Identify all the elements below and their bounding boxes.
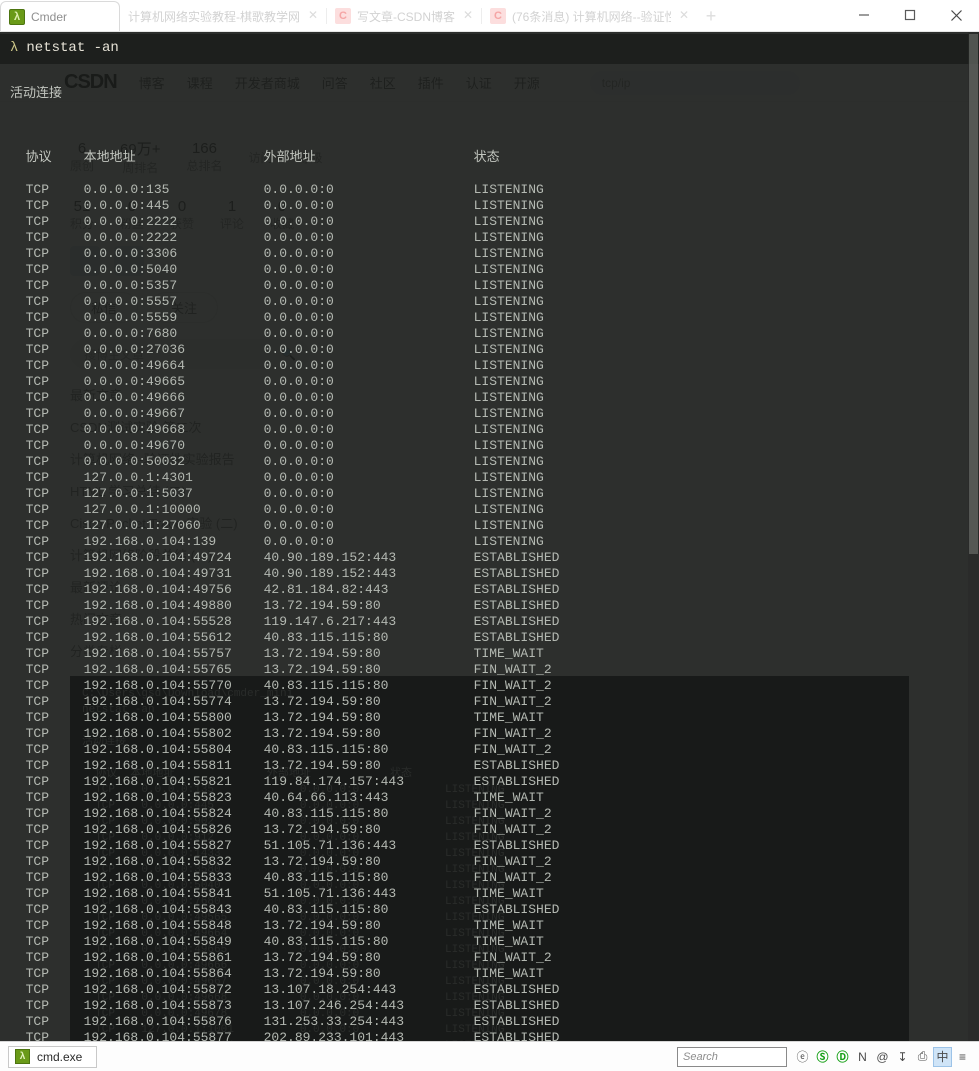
browser-tabstrip: λ Cmder 计算机网络实验教程-棋歌教学网 ✕ C 写文章-CSDN博客 ✕…	[0, 0, 979, 32]
browser-tab-csdn-write[interactable]: C 写文章-CSDN博客 ✕	[327, 1, 481, 31]
stat-label: 等级	[298, 150, 323, 165]
csdn-nav-cert[interactable]: 认证	[466, 73, 492, 92]
stat-label: 周排名	[122, 161, 159, 175]
csdn-nav-plugin[interactable]: 插件	[418, 73, 444, 92]
stat-value: 6	[77, 140, 87, 157]
csdn-article-list: 最新文章 CSDN测试实验 第二次 计算机网络--验证性实验报告 HTML 学习…	[70, 385, 909, 660]
csdn-nav-mall[interactable]: 开发者商城	[235, 73, 300, 92]
tab-title: Cmder	[31, 9, 68, 24]
stat-label: 积分	[70, 217, 95, 231]
csdn-navbar: CSDN 博客 课程 开发者商城 问答 社区 插件 认证 开源 tcp/ip	[0, 64, 979, 102]
csdn-nav-course[interactable]: 课程	[187, 73, 213, 92]
screen: λ Cmder 计算机网络实验教程-棋歌教学网 ✕ C 写文章-CSDN博客 ✕…	[0, 0, 979, 1071]
stat-value: 69万+	[120, 141, 161, 158]
search-icon: 🔍	[281, 347, 296, 361]
stat-item: 1 评论	[220, 198, 244, 232]
stat-item: 等级	[299, 149, 323, 166]
stat-value: 166	[191, 140, 217, 157]
code-rows: TCP 0.0.0.0:135 0.0.0.0:0 LISTENING TCP …	[95, 784, 505, 1068]
stat-item: 0 获赞	[170, 198, 194, 232]
csdn-blog-page: CSDN 博客 课程 开发者商城 问答 社区 插件 认证 开源 tcp/ip 6…	[0, 64, 979, 1071]
browser-tab-cmder[interactable]: λ Cmder	[0, 1, 120, 31]
csdn-stats-row-2: 51 积分 0 粉丝 0 获赞 1 评论 0 收藏	[70, 198, 909, 232]
csdn-blog-search-input[interactable]: 搜博主文章 🔍	[70, 339, 310, 369]
csdn-code-block: C:\Users\gsd\Download\cmder_mini netstat…	[70, 676, 909, 1071]
stat-label: 收藏	[270, 217, 295, 231]
stat-value: 0	[277, 198, 287, 215]
maximize-button[interactable]	[887, 0, 933, 31]
tab-title: 写文章-CSDN博客	[357, 9, 455, 24]
stat-value: 51	[73, 198, 91, 215]
csdn-action-buttons: 私信 关注	[70, 292, 909, 323]
csdn-badges	[70, 246, 909, 276]
cmder-lambda-icon: λ	[9, 8, 25, 25]
minimize-button[interactable]	[841, 0, 887, 31]
follow-button[interactable]: 关注	[150, 292, 219, 323]
stat-item: 166 总排名	[186, 140, 222, 174]
stat-item: 51 积分	[70, 198, 94, 232]
browser-tab-wangluo[interactable]: 计算机网络实验教程-棋歌教学网 ✕	[120, 1, 326, 31]
csdn-logo[interactable]: CSDN	[64, 71, 118, 94]
csdn-nav-community[interactable]: 社区	[370, 73, 396, 92]
stat-value: 0	[127, 198, 137, 215]
tab-title: (76条消息) 计算机网络--验证性...	[512, 9, 671, 24]
panel-title-hot: 热门文章	[70, 612, 123, 627]
browser-tab-csdn-article[interactable]: C (76条消息) 计算机网络--验证性... ✕	[482, 1, 697, 31]
badge-icon	[114, 246, 144, 276]
stat-label: 获赞	[170, 217, 195, 231]
code-command: netstat -an	[82, 704, 155, 716]
code-heading: 活动连接	[82, 736, 126, 748]
lock-icon	[10, 38, 26, 58]
list-item[interactable]: CSDN测试实验 第二次	[70, 417, 909, 436]
stat-item: 69万+ 周排名	[120, 138, 160, 176]
stat-item: 0 粉丝	[120, 198, 144, 232]
stat-label: 原创	[70, 159, 95, 173]
new-tab-button[interactable]: +	[697, 3, 725, 31]
panel-title-category: 分类专栏	[70, 644, 123, 659]
list-item[interactable]: 计算机网络--验证性实验报告	[70, 449, 909, 468]
private-message-button[interactable]: 私信	[70, 292, 139, 323]
stat-label: 总排名	[186, 159, 223, 173]
badge-icon	[70, 246, 100, 276]
stat-item: 访问	[248, 149, 272, 166]
list-item[interactable]: 计算机网络阶段总结 (一)	[70, 545, 909, 564]
stat-label: 粉丝	[120, 217, 145, 231]
close-icon[interactable]: ✕	[461, 9, 475, 23]
csdn-nav-blog[interactable]: 博客	[139, 73, 165, 92]
csdn-icon: C	[335, 8, 351, 24]
browser-window: λ Cmder 计算机网络实验教程-棋歌教学网 ✕ C 写文章-CSDN博客 ✕…	[0, 0, 979, 1071]
stat-label: 访问	[248, 150, 273, 165]
code-path: C:\Users\gsd\Download\cmder_mini	[82, 688, 294, 700]
csdn-icon: C	[490, 8, 506, 24]
csdn-stats-row-1: 6 原创 69万+ 周排名 166 总排名 访问 等级	[70, 138, 909, 176]
stat-label: 评论	[220, 217, 245, 231]
tab-title: 计算机网络实验教程-棋歌教学网	[128, 9, 300, 24]
csdn-blog-search-placeholder: 搜博主文章	[84, 347, 145, 362]
stat-value: 1	[227, 198, 237, 215]
csdn-nav-opensource[interactable]: 开源	[514, 73, 540, 92]
stat-item: 6 原创	[70, 140, 94, 174]
address-url-text: https://blog.csdn.net/qq_51986332/articl…	[34, 40, 382, 55]
close-icon[interactable]: ✕	[677, 9, 691, 23]
browser-address-bar[interactable]: https://blog.csdn.net/qq_51986332/articl…	[0, 32, 979, 64]
list-item[interactable]: HTML 学习总结 (二)	[70, 481, 909, 500]
panel-title-latest: 最新文章	[70, 388, 123, 403]
code-columns: 协议 本地地址 外部地址 状态	[82, 768, 413, 780]
csdn-search-input[interactable]: tcp/ip	[589, 70, 800, 95]
csdn-page-body: 6 原创 69万+ 周排名 166 总排名 访问 等级 51 积分 0 粉丝 0 获赞 1 评…	[0, 102, 979, 1071]
close-icon[interactable]: ✕	[306, 9, 320, 23]
close-button[interactable]	[933, 0, 979, 31]
stat-value: 0	[177, 198, 187, 215]
list-item[interactable]: Cisco Packet Tracer实验 (二)	[70, 513, 909, 532]
csdn-nav-qa[interactable]: 问答	[322, 73, 348, 92]
panel-title-comments: 最新评论	[70, 580, 123, 595]
window-controls	[841, 0, 979, 31]
stat-item: 0 收藏	[270, 198, 294, 232]
